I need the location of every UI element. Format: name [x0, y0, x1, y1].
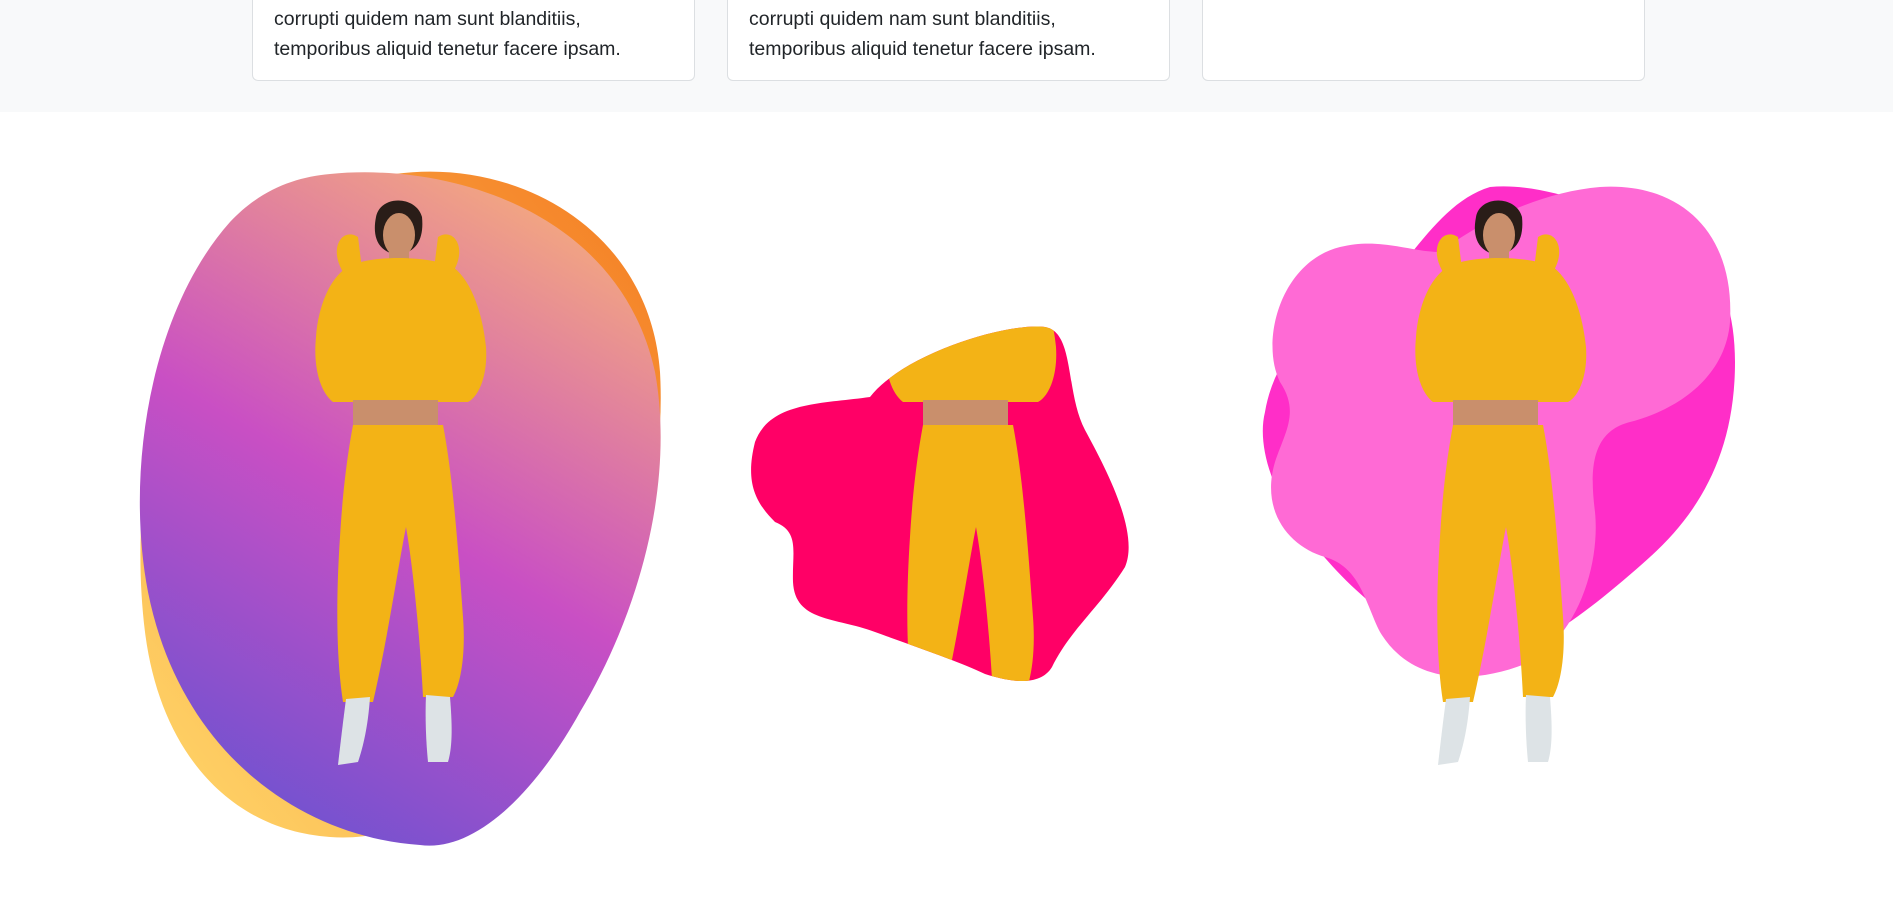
face [1483, 213, 1515, 257]
feature-card-1: corrupti quidem nam sunt blanditiis, temp… [252, 0, 695, 81]
cards-section: corrupti quidem nam sunt blanditiis, temp… [0, 0, 1893, 112]
feature-card-3 [1202, 0, 1645, 81]
card-text [1224, 4, 1624, 34]
face [383, 213, 415, 257]
hoodie [1415, 258, 1587, 402]
midriff [353, 400, 438, 428]
blob-showcase [0, 112, 1893, 905]
boot-left [1438, 697, 1470, 765]
boot-right [1525, 695, 1552, 762]
boot-right [425, 695, 452, 762]
feature-card-2: corrupti quidem nam sunt blanditiis, temp… [727, 0, 1170, 81]
card-text: corrupti quidem nam sunt blanditiis, temp… [274, 8, 621, 60]
midriff [1453, 400, 1538, 428]
blob-illustrations [139, 171, 1735, 846]
hoodie [885, 326, 1057, 402]
midriff [923, 400, 1008, 428]
hoodie [315, 258, 487, 402]
card-text: corrupti quidem nam sunt blanditiis, temp… [749, 8, 1096, 60]
